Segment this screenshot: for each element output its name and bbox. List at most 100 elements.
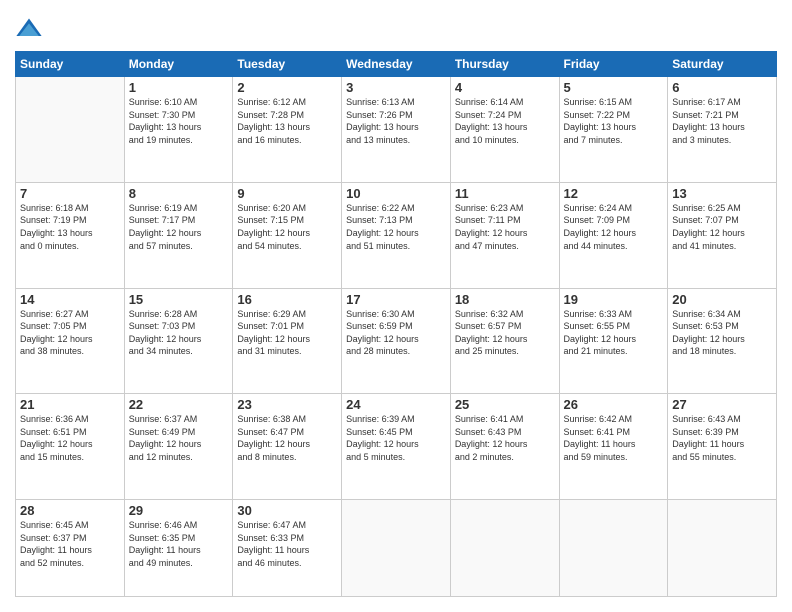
day-info: Sunrise: 6:28 AM Sunset: 7:03 PM Dayligh… bbox=[129, 308, 229, 358]
calendar-cell bbox=[342, 500, 451, 597]
day-number: 12 bbox=[564, 186, 664, 201]
calendar-cell: 27Sunrise: 6:43 AM Sunset: 6:39 PM Dayli… bbox=[668, 394, 777, 500]
calendar-cell: 9Sunrise: 6:20 AM Sunset: 7:15 PM Daylig… bbox=[233, 182, 342, 288]
day-info: Sunrise: 6:41 AM Sunset: 6:43 PM Dayligh… bbox=[455, 413, 555, 463]
calendar-cell: 15Sunrise: 6:28 AM Sunset: 7:03 PM Dayli… bbox=[124, 288, 233, 394]
day-number: 24 bbox=[346, 397, 446, 412]
day-header-monday: Monday bbox=[124, 52, 233, 77]
calendar-week-4: 28Sunrise: 6:45 AM Sunset: 6:37 PM Dayli… bbox=[16, 500, 777, 597]
day-info: Sunrise: 6:23 AM Sunset: 7:11 PM Dayligh… bbox=[455, 202, 555, 252]
day-info: Sunrise: 6:36 AM Sunset: 6:51 PM Dayligh… bbox=[20, 413, 120, 463]
day-number: 19 bbox=[564, 292, 664, 307]
calendar-cell: 28Sunrise: 6:45 AM Sunset: 6:37 PM Dayli… bbox=[16, 500, 125, 597]
day-info: Sunrise: 6:39 AM Sunset: 6:45 PM Dayligh… bbox=[346, 413, 446, 463]
day-number: 25 bbox=[455, 397, 555, 412]
calendar-cell: 24Sunrise: 6:39 AM Sunset: 6:45 PM Dayli… bbox=[342, 394, 451, 500]
calendar-cell: 16Sunrise: 6:29 AM Sunset: 7:01 PM Dayli… bbox=[233, 288, 342, 394]
day-number: 22 bbox=[129, 397, 229, 412]
calendar-cell: 10Sunrise: 6:22 AM Sunset: 7:13 PM Dayli… bbox=[342, 182, 451, 288]
calendar-cell: 7Sunrise: 6:18 AM Sunset: 7:19 PM Daylig… bbox=[16, 182, 125, 288]
day-number: 8 bbox=[129, 186, 229, 201]
calendar-cell: 11Sunrise: 6:23 AM Sunset: 7:11 PM Dayli… bbox=[450, 182, 559, 288]
day-info: Sunrise: 6:17 AM Sunset: 7:21 PM Dayligh… bbox=[672, 96, 772, 146]
day-number: 26 bbox=[564, 397, 664, 412]
day-info: Sunrise: 6:30 AM Sunset: 6:59 PM Dayligh… bbox=[346, 308, 446, 358]
day-info: Sunrise: 6:34 AM Sunset: 6:53 PM Dayligh… bbox=[672, 308, 772, 358]
day-number: 9 bbox=[237, 186, 337, 201]
day-number: 11 bbox=[455, 186, 555, 201]
calendar-week-2: 14Sunrise: 6:27 AM Sunset: 7:05 PM Dayli… bbox=[16, 288, 777, 394]
day-header-friday: Friday bbox=[559, 52, 668, 77]
calendar-table: SundayMondayTuesdayWednesdayThursdayFrid… bbox=[15, 51, 777, 597]
day-info: Sunrise: 6:38 AM Sunset: 6:47 PM Dayligh… bbox=[237, 413, 337, 463]
calendar-cell bbox=[559, 500, 668, 597]
day-info: Sunrise: 6:25 AM Sunset: 7:07 PM Dayligh… bbox=[672, 202, 772, 252]
day-header-saturday: Saturday bbox=[668, 52, 777, 77]
calendar-header-row: SundayMondayTuesdayWednesdayThursdayFrid… bbox=[16, 52, 777, 77]
day-info: Sunrise: 6:14 AM Sunset: 7:24 PM Dayligh… bbox=[455, 96, 555, 146]
day-number: 4 bbox=[455, 80, 555, 95]
day-header-sunday: Sunday bbox=[16, 52, 125, 77]
calendar-cell: 30Sunrise: 6:47 AM Sunset: 6:33 PM Dayli… bbox=[233, 500, 342, 597]
day-number: 29 bbox=[129, 503, 229, 518]
day-info: Sunrise: 6:42 AM Sunset: 6:41 PM Dayligh… bbox=[564, 413, 664, 463]
calendar-cell bbox=[16, 77, 125, 183]
calendar-cell: 1Sunrise: 6:10 AM Sunset: 7:30 PM Daylig… bbox=[124, 77, 233, 183]
day-info: Sunrise: 6:20 AM Sunset: 7:15 PM Dayligh… bbox=[237, 202, 337, 252]
calendar-cell: 14Sunrise: 6:27 AM Sunset: 7:05 PM Dayli… bbox=[16, 288, 125, 394]
day-header-tuesday: Tuesday bbox=[233, 52, 342, 77]
day-number: 6 bbox=[672, 80, 772, 95]
calendar-cell bbox=[668, 500, 777, 597]
day-info: Sunrise: 6:43 AM Sunset: 6:39 PM Dayligh… bbox=[672, 413, 772, 463]
day-number: 23 bbox=[237, 397, 337, 412]
day-number: 3 bbox=[346, 80, 446, 95]
day-info: Sunrise: 6:27 AM Sunset: 7:05 PM Dayligh… bbox=[20, 308, 120, 358]
day-info: Sunrise: 6:10 AM Sunset: 7:30 PM Dayligh… bbox=[129, 96, 229, 146]
calendar-cell: 13Sunrise: 6:25 AM Sunset: 7:07 PM Dayli… bbox=[668, 182, 777, 288]
day-info: Sunrise: 6:45 AM Sunset: 6:37 PM Dayligh… bbox=[20, 519, 120, 569]
day-info: Sunrise: 6:19 AM Sunset: 7:17 PM Dayligh… bbox=[129, 202, 229, 252]
calendar-cell: 5Sunrise: 6:15 AM Sunset: 7:22 PM Daylig… bbox=[559, 77, 668, 183]
calendar-cell: 19Sunrise: 6:33 AM Sunset: 6:55 PM Dayli… bbox=[559, 288, 668, 394]
day-number: 2 bbox=[237, 80, 337, 95]
calendar-cell: 2Sunrise: 6:12 AM Sunset: 7:28 PM Daylig… bbox=[233, 77, 342, 183]
day-number: 14 bbox=[20, 292, 120, 307]
calendar-week-1: 7Sunrise: 6:18 AM Sunset: 7:19 PM Daylig… bbox=[16, 182, 777, 288]
day-info: Sunrise: 6:46 AM Sunset: 6:35 PM Dayligh… bbox=[129, 519, 229, 569]
day-number: 30 bbox=[237, 503, 337, 518]
calendar-cell: 4Sunrise: 6:14 AM Sunset: 7:24 PM Daylig… bbox=[450, 77, 559, 183]
calendar-cell: 17Sunrise: 6:30 AM Sunset: 6:59 PM Dayli… bbox=[342, 288, 451, 394]
calendar-week-3: 21Sunrise: 6:36 AM Sunset: 6:51 PM Dayli… bbox=[16, 394, 777, 500]
day-number: 1 bbox=[129, 80, 229, 95]
calendar-cell: 25Sunrise: 6:41 AM Sunset: 6:43 PM Dayli… bbox=[450, 394, 559, 500]
day-info: Sunrise: 6:18 AM Sunset: 7:19 PM Dayligh… bbox=[20, 202, 120, 252]
day-info: Sunrise: 6:29 AM Sunset: 7:01 PM Dayligh… bbox=[237, 308, 337, 358]
calendar-cell: 29Sunrise: 6:46 AM Sunset: 6:35 PM Dayli… bbox=[124, 500, 233, 597]
day-number: 10 bbox=[346, 186, 446, 201]
day-number: 17 bbox=[346, 292, 446, 307]
day-info: Sunrise: 6:22 AM Sunset: 7:13 PM Dayligh… bbox=[346, 202, 446, 252]
calendar-cell: 20Sunrise: 6:34 AM Sunset: 6:53 PM Dayli… bbox=[668, 288, 777, 394]
day-number: 16 bbox=[237, 292, 337, 307]
calendar-cell: 21Sunrise: 6:36 AM Sunset: 6:51 PM Dayli… bbox=[16, 394, 125, 500]
day-info: Sunrise: 6:12 AM Sunset: 7:28 PM Dayligh… bbox=[237, 96, 337, 146]
day-number: 18 bbox=[455, 292, 555, 307]
calendar-cell bbox=[450, 500, 559, 597]
day-number: 5 bbox=[564, 80, 664, 95]
day-number: 15 bbox=[129, 292, 229, 307]
calendar-week-0: 1Sunrise: 6:10 AM Sunset: 7:30 PM Daylig… bbox=[16, 77, 777, 183]
calendar-cell: 8Sunrise: 6:19 AM Sunset: 7:17 PM Daylig… bbox=[124, 182, 233, 288]
day-number: 20 bbox=[672, 292, 772, 307]
day-header-thursday: Thursday bbox=[450, 52, 559, 77]
calendar-cell: 23Sunrise: 6:38 AM Sunset: 6:47 PM Dayli… bbox=[233, 394, 342, 500]
day-info: Sunrise: 6:32 AM Sunset: 6:57 PM Dayligh… bbox=[455, 308, 555, 358]
day-number: 13 bbox=[672, 186, 772, 201]
logo-icon bbox=[15, 15, 43, 43]
day-info: Sunrise: 6:47 AM Sunset: 6:33 PM Dayligh… bbox=[237, 519, 337, 569]
header bbox=[15, 15, 777, 43]
day-number: 7 bbox=[20, 186, 120, 201]
day-number: 21 bbox=[20, 397, 120, 412]
day-header-wednesday: Wednesday bbox=[342, 52, 451, 77]
day-info: Sunrise: 6:15 AM Sunset: 7:22 PM Dayligh… bbox=[564, 96, 664, 146]
calendar-cell: 12Sunrise: 6:24 AM Sunset: 7:09 PM Dayli… bbox=[559, 182, 668, 288]
